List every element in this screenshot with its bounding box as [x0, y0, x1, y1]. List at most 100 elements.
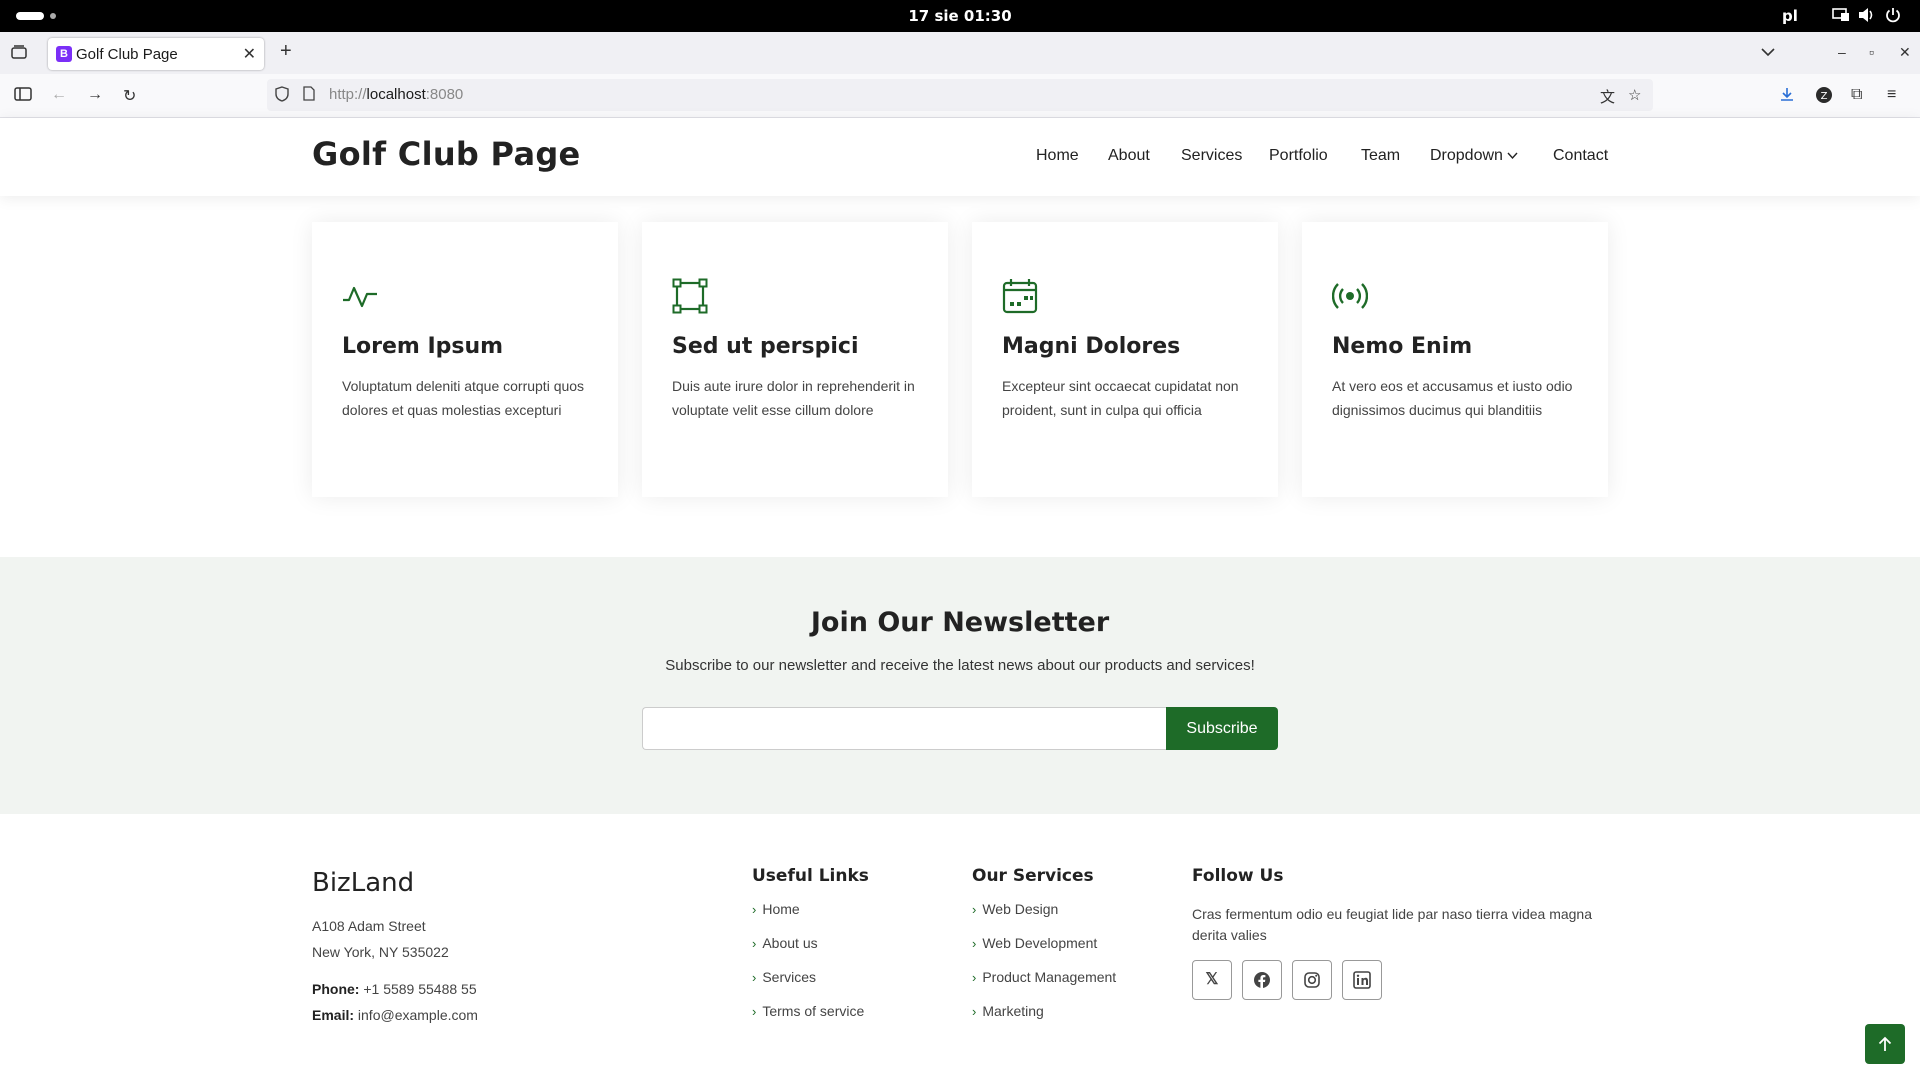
footer-link-services[interactable]: › Services [752, 969, 816, 985]
bookmark-star-icon[interactable]: ☆ [1628, 86, 1641, 104]
x-icon[interactable]: 𝕏 [1192, 960, 1232, 1000]
power-icon[interactable] [1885, 7, 1901, 26]
bounding-box-icon [672, 278, 708, 314]
favicon-icon: B [56, 46, 72, 62]
browser-nav-bar: ← → ↻ http://localhost:8080 文 ☆ Z ⧉ ≡ [0, 74, 1920, 118]
downloads-icon[interactable] [1779, 86, 1795, 107]
phone-label: Phone: [312, 981, 360, 997]
newsletter-subtitle: Subscribe to our newsletter and receive … [665, 657, 1255, 674]
list-all-tabs-icon[interactable] [1760, 44, 1776, 60]
footer-link-label: Web Development [982, 935, 1098, 951]
chevron-right-icon: › [752, 1004, 757, 1019]
footer-link-home[interactable]: › Home [752, 901, 800, 917]
address-line: A108 Adam Street [312, 918, 426, 934]
reload-icon[interactable]: ↻ [123, 86, 136, 106]
feature-card: Magni Dolores Excepteur sint occaecat cu… [972, 222, 1278, 497]
page-info-icon[interactable] [303, 86, 315, 104]
footer-link-terms[interactable]: › Terms of service [752, 1003, 864, 1019]
arrow-up-icon [1878, 1036, 1892, 1051]
address-line: New York, NY 535022 [312, 944, 449, 960]
follow-us-text: Cras fermentum odio eu feugiat lide par … [1192, 906, 1592, 943]
footer-service-marketing[interactable]: › Marketing [972, 1003, 1044, 1019]
feature-text: Voluptatum deleniti atque corrupti quos … [342, 378, 585, 418]
volume-icon[interactable] [1858, 7, 1876, 26]
footer-service-product-management[interactable]: › Product Management [972, 969, 1116, 985]
feature-title: Nemo Enim [1332, 334, 1473, 359]
feature-text: At vero eos et accusamus et iusto odio d… [1332, 378, 1573, 418]
nav-about[interactable]: About [1108, 147, 1150, 165]
chevron-right-icon: › [752, 970, 757, 985]
newsletter-section: Join Our Newsletter Subscribe to our new… [0, 557, 1920, 814]
feature-text: Excepteur sint occaecat cupidatat non pr… [1002, 378, 1239, 418]
feature-card: Lorem Ipsum Voluptatum deleniti atque co… [312, 222, 618, 497]
broadcast-icon [1332, 283, 1368, 309]
our-services-title: Our Services [972, 866, 1094, 886]
feature-title: Sed ut perspici [672, 334, 859, 359]
email-label: Email: [312, 1007, 355, 1023]
footer-link-label: Home [762, 901, 800, 917]
chevron-right-icon: › [752, 936, 757, 951]
translate-icon[interactable]: 文 [1600, 86, 1615, 107]
nav-services[interactable]: Services [1181, 147, 1242, 165]
menu-icon[interactable]: ≡ [1887, 86, 1896, 104]
browser-tab[interactable]: B Golf Club Page ✕ [48, 38, 264, 70]
follow-us-title: Follow Us [1192, 866, 1284, 886]
back-icon[interactable]: ← [51, 86, 67, 104]
nav-dropdown-label: Dropdown [1430, 147, 1503, 164]
subscribe-button[interactable]: Subscribe [1166, 707, 1278, 750]
chevron-right-icon: › [972, 936, 977, 951]
site-footer: BizLand A108 Adam Street New York, NY 53… [0, 814, 1920, 1080]
feature-title: Lorem Ipsum [342, 334, 504, 359]
footer-link-label: Web Design [982, 901, 1059, 917]
footer-service-web-design[interactable]: › Web Design [972, 901, 1058, 917]
clock[interactable]: 17 sie 01:30 [0, 7, 1920, 25]
phone-value: +1 5589 55488 55 [363, 981, 477, 997]
account-icon[interactable]: Z [1815, 86, 1833, 109]
url-bar[interactable]: http://localhost:8080 文 ☆ [267, 79, 1653, 111]
footer-service-web-development[interactable]: › Web Development [972, 935, 1097, 951]
footer-link-about[interactable]: › About us [752, 935, 818, 951]
linkedin-icon[interactable] [1342, 960, 1382, 1000]
nav-contact[interactable]: Contact [1553, 147, 1608, 165]
url-host: localhost [366, 86, 426, 103]
feature-title: Magni Dolores [1002, 334, 1181, 359]
footer-link-label: Terms of service [762, 1003, 865, 1019]
nav-home[interactable]: Home [1036, 147, 1079, 165]
email-value: info@example.com [357, 1007, 478, 1023]
close-window-icon[interactable]: ✕ [1899, 44, 1911, 61]
os-top-bar: 17 sie 01:30 pl [0, 0, 1920, 32]
extensions-icon[interactable]: ⧉ [1851, 86, 1862, 104]
footer-brand[interactable]: BizLand [312, 868, 414, 898]
email-line: Email: info@example.com [312, 1007, 478, 1023]
chevron-right-icon: › [752, 902, 757, 917]
email-field[interactable] [642, 707, 1166, 750]
footer-link-label: Marketing [982, 1003, 1044, 1019]
url-text[interactable]: http://localhost:8080 [329, 86, 463, 103]
nav-portfolio[interactable]: Portfolio [1269, 147, 1328, 165]
nav-team[interactable]: Team [1361, 147, 1400, 165]
footer-link-label: Product Management [982, 969, 1117, 985]
sidebar-icon[interactable] [14, 86, 32, 107]
site-logo[interactable]: Golf Club Page [312, 135, 581, 173]
keyboard-language[interactable]: pl [1782, 7, 1798, 25]
useful-links-title: Useful Links [752, 866, 869, 886]
activity-icon [343, 286, 377, 308]
instagram-icon[interactable] [1292, 960, 1332, 1000]
network-icon[interactable] [1832, 7, 1850, 26]
footer-link-label: About us [762, 935, 818, 951]
close-tab-icon[interactable]: ✕ [243, 44, 256, 64]
maximize-icon[interactable]: ▫ [1869, 44, 1874, 60]
site-header: Golf Club Page Home About Services Portf… [0, 118, 1920, 196]
minimize-icon[interactable]: – [1838, 44, 1846, 60]
nav-dropdown[interactable]: Dropdown [1430, 147, 1518, 165]
tab-overview-icon[interactable] [10, 43, 30, 63]
facebook-icon[interactable] [1242, 960, 1282, 1000]
footer-link-label: Services [762, 969, 817, 985]
back-to-top-button[interactable] [1865, 1024, 1905, 1064]
forward-icon[interactable]: → [87, 86, 103, 104]
chevron-right-icon: › [972, 902, 977, 917]
chevron-down-icon [1507, 152, 1518, 160]
url-scheme: http:// [329, 86, 367, 103]
new-tab-icon[interactable]: + [280, 40, 292, 63]
shield-icon[interactable] [275, 86, 289, 105]
